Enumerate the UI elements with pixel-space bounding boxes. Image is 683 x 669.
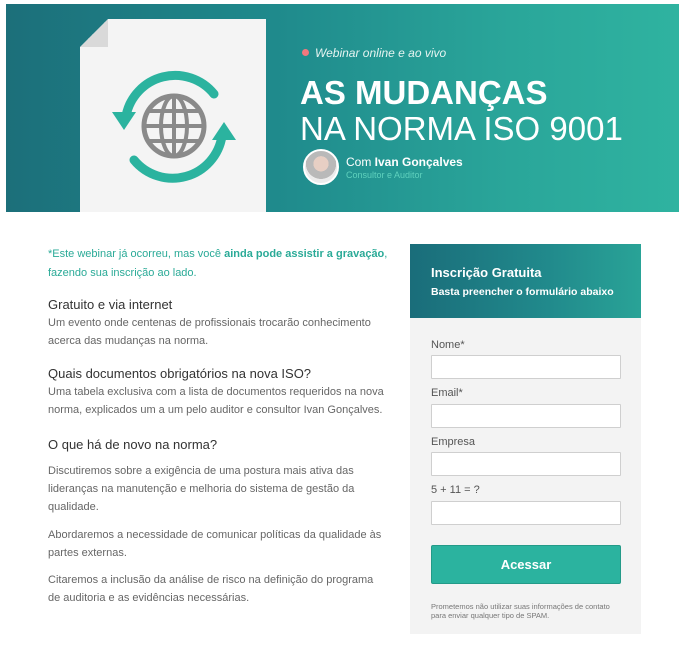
speaker-line: Com Ivan Gonçalves — [346, 155, 463, 169]
captcha-label: 5 + 11 = ? — [431, 484, 480, 496]
notice-highlight: ainda pode assistir a gravação — [224, 248, 385, 260]
form-title: Inscrição Gratuita — [431, 265, 542, 280]
spam-note: Prometemos não utilizar suas informações… — [431, 602, 610, 620]
speaker-avatar — [303, 149, 339, 185]
speaker-name: Ivan Gonçalves — [374, 155, 463, 169]
company-label: Empresa — [431, 436, 476, 448]
company-field[interactable] — [431, 452, 621, 476]
section-text-new-2: Abordaremos a necessidade de comunicar p… — [48, 529, 382, 559]
globe-refresh-icon — [112, 70, 236, 183]
hero-title-line1: AS MUDANÇAS — [300, 74, 548, 111]
webinar-tag: Webinar online e ao vivo — [302, 46, 446, 60]
form-subtitle: Basta preencher o formulário abaixo — [431, 286, 614, 298]
hero-banner: Webinar online e ao vivo AS MUDANÇAS NA … — [6, 4, 679, 212]
section-title-documents: Quais documentos obrigatórios na nova IS… — [48, 366, 312, 381]
section-title-free: Gratuito e via internet — [48, 297, 173, 312]
captcha-field[interactable] — [431, 501, 621, 525]
form-header: Inscrição Gratuita Basta preencher o for… — [410, 244, 641, 318]
hero-title-line2: NA NORMA ISO 9001 — [300, 110, 623, 147]
recording-notice: *Este webinar já ocorreu, mas você ainda… — [48, 245, 388, 283]
name-field[interactable] — [431, 355, 621, 379]
speaker-role: Consultor e Auditor — [346, 170, 423, 180]
speaker-prefix: Com — [346, 155, 375, 169]
document-fold — [80, 19, 108, 47]
notice-part1: *Este webinar já ocorreu, mas você — [48, 248, 225, 260]
live-dot-icon — [302, 49, 309, 56]
name-label: Nome* — [431, 339, 465, 351]
email-field[interactable] — [431, 404, 621, 428]
section-text-new-1: Discutiremos sobre a exigência de uma po… — [48, 465, 355, 513]
section-title-new: O que há de novo na norma? — [48, 437, 218, 452]
webinar-tag-text: Webinar online e ao vivo — [315, 46, 447, 60]
section-text-new-3: Citaremos a inclusão da análise de risco… — [48, 574, 374, 604]
submit-button[interactable]: Acessar — [431, 545, 621, 584]
section-text-free: Um evento onde centenas de profissionais… — [48, 317, 371, 347]
section-text-documents: Uma tabela exclusiva com a lista de docu… — [48, 386, 384, 416]
email-label: Email* — [431, 387, 463, 399]
signup-form: Inscrição Gratuita Basta preencher o for… — [410, 244, 641, 634]
